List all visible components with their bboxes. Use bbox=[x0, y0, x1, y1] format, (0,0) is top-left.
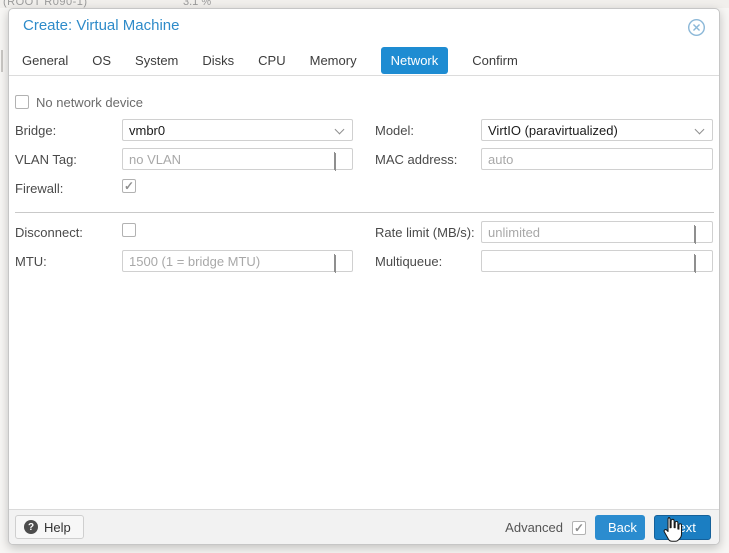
disconnect-checkbox[interactable] bbox=[122, 223, 136, 237]
help-button[interactable]: Help bbox=[15, 515, 84, 539]
rate-limit-spinner[interactable] bbox=[481, 221, 713, 244]
vlan-tag-input[interactable] bbox=[123, 149, 352, 169]
mac-address-label: MAC address: bbox=[375, 152, 458, 167]
tab-general[interactable]: General bbox=[22, 47, 68, 74]
dialog-title: Create: Virtual Machine bbox=[23, 17, 180, 34]
dialog-footer: Help Advanced Back Next bbox=[9, 509, 719, 544]
create-vm-dialog: Create: Virtual Machine General OS Syste… bbox=[8, 8, 720, 545]
firewall-label: Firewall: bbox=[15, 181, 64, 196]
no-network-device-checkbox[interactable] bbox=[15, 95, 29, 109]
model-value[interactable] bbox=[482, 120, 712, 140]
next-button[interactable]: Next bbox=[654, 515, 711, 540]
back-button[interactable]: Back bbox=[595, 515, 645, 540]
mtu-input[interactable] bbox=[123, 251, 352, 271]
tab-confirm[interactable]: Confirm bbox=[472, 47, 518, 74]
tab-os[interactable]: OS bbox=[92, 47, 111, 74]
mtu-spinner[interactable] bbox=[122, 250, 353, 273]
background-text-fragment: 3.1 % bbox=[183, 0, 212, 8]
mac-address-input[interactable] bbox=[482, 149, 712, 169]
spinner-arrows-icon[interactable] bbox=[694, 254, 704, 273]
vlan-tag-spinner[interactable] bbox=[122, 148, 353, 171]
multiqueue-label: Multiqueue: bbox=[375, 254, 443, 269]
bridge-combo[interactable] bbox=[122, 119, 353, 141]
mtu-label: MTU: bbox=[15, 254, 47, 269]
wizard-tab-bar: General OS System Disks CPU Memory Netwo… bbox=[9, 46, 719, 76]
tab-cpu[interactable]: CPU bbox=[258, 47, 285, 74]
vlan-tag-label: VLAN Tag: bbox=[15, 152, 77, 167]
model-combo[interactable] bbox=[481, 119, 713, 141]
background-page-strip: (ROOT R090-1) 3.1 % bbox=[0, 0, 729, 8]
multiqueue-input[interactable] bbox=[482, 251, 712, 271]
spinner-arrows-icon[interactable] bbox=[334, 254, 344, 273]
bridge-label: Bridge: bbox=[15, 123, 57, 138]
advanced-checkbox[interactable] bbox=[572, 520, 586, 535]
section-divider bbox=[15, 212, 714, 213]
no-network-device-label: No network device bbox=[36, 95, 143, 110]
disconnect-label: Disconnect: bbox=[15, 225, 83, 240]
tab-disks[interactable]: Disks bbox=[202, 47, 234, 74]
firewall-checkbox[interactable] bbox=[122, 179, 136, 193]
background-text-fragment: (ROOT R090-1) bbox=[3, 0, 88, 8]
mac-address-field[interactable] bbox=[481, 148, 713, 170]
multiqueue-spinner[interactable] bbox=[481, 250, 713, 273]
rate-limit-label: Rate limit (MB/s): bbox=[375, 225, 475, 240]
background-text-fragment bbox=[1, 50, 3, 72]
tab-system[interactable]: System bbox=[135, 47, 178, 74]
question-icon bbox=[24, 520, 38, 534]
tab-network[interactable]: Network bbox=[380, 47, 449, 74]
model-label: Model: bbox=[375, 123, 415, 138]
spinner-arrows-icon[interactable] bbox=[334, 152, 344, 171]
advanced-label: Advanced bbox=[505, 520, 563, 535]
rate-limit-input[interactable] bbox=[482, 222, 712, 242]
bridge-value[interactable] bbox=[123, 120, 352, 140]
help-button-label: Help bbox=[44, 519, 71, 535]
close-icon[interactable] bbox=[687, 18, 706, 37]
tab-memory[interactable]: Memory bbox=[310, 47, 357, 74]
spinner-arrows-icon[interactable] bbox=[694, 225, 704, 244]
